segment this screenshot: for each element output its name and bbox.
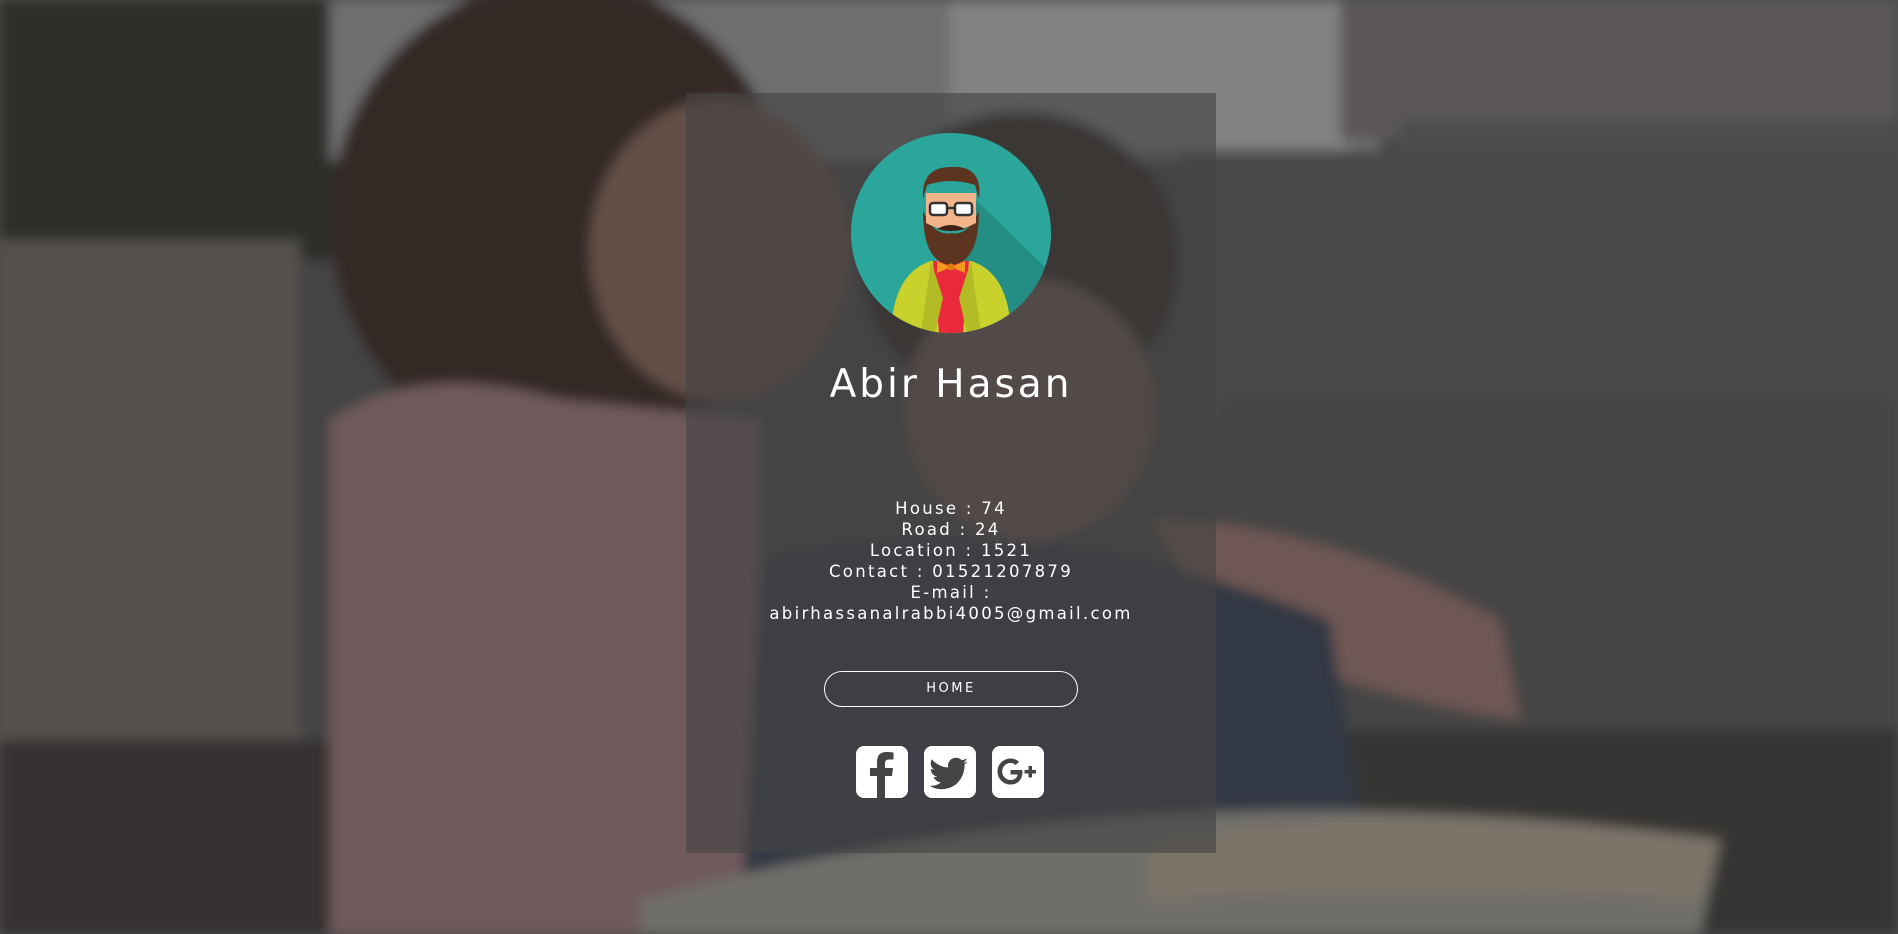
- facebook-icon[interactable]: [856, 746, 908, 798]
- contact-info: House : 74 Road : 24 Location : 1521 Con…: [686, 498, 1216, 624]
- social-links: [856, 746, 1044, 798]
- contact-text: Contact : 01521207879: [828, 562, 1074, 581]
- profile-card: Abir Hasan House : 74 Road : 24 Location…: [686, 93, 1216, 853]
- home-button[interactable]: HOME: [824, 671, 1078, 707]
- bearded-man-avatar-icon: [851, 133, 1051, 333]
- email-value: abirhassanalrabbi4005@gmail.com: [769, 604, 1133, 623]
- profile-name: Abir Hasan: [829, 362, 1073, 407]
- road-text: Road : 24: [901, 520, 1001, 539]
- house-text: House : 74: [895, 499, 1007, 518]
- email-label: E-mail :: [910, 583, 992, 602]
- twitter-icon[interactable]: [924, 746, 976, 798]
- location-text: Location : 1521: [869, 541, 1033, 560]
- google-plus-icon[interactable]: [992, 746, 1044, 798]
